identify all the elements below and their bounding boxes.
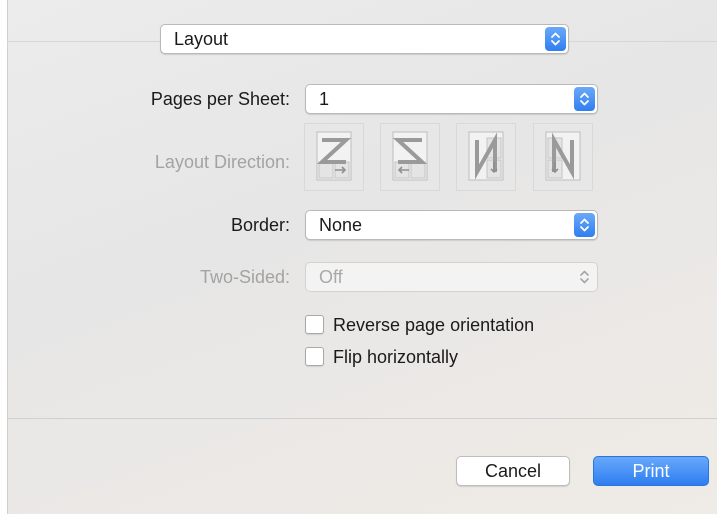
layout-direction-option-3[interactable] bbox=[456, 123, 516, 191]
border-value: None bbox=[319, 215, 363, 235]
n-order-icon bbox=[545, 131, 581, 181]
section-popup-value: Layout bbox=[174, 29, 229, 49]
flip-horizontally-label: Flip horizontally bbox=[333, 347, 459, 367]
chevron-updown-icon bbox=[574, 213, 595, 237]
print-dialog-panel bbox=[7, 0, 717, 514]
flip-horizontally-checkbox[interactable] bbox=[305, 347, 324, 366]
reverse-page-orientation-checkbox[interactable] bbox=[305, 315, 324, 334]
layout-direction-option-2[interactable] bbox=[380, 123, 440, 191]
reverse-z-order-icon bbox=[392, 131, 428, 181]
pages-per-sheet-value: 1 bbox=[319, 89, 330, 109]
chevron-updown-icon bbox=[574, 265, 595, 289]
pages-per-sheet-popup[interactable]: 1 bbox=[305, 84, 598, 114]
border-popup[interactable]: None bbox=[305, 210, 598, 240]
pages-per-sheet-label: Pages per Sheet: bbox=[150, 89, 290, 109]
chevron-updown-icon bbox=[545, 27, 566, 51]
two-sided-label: Two-Sided: bbox=[199, 267, 290, 287]
layout-direction-label: Layout Direction: bbox=[154, 152, 290, 172]
two-sided-value: Off bbox=[319, 267, 343, 287]
layout-direction-option-1[interactable] bbox=[304, 123, 364, 191]
z-order-icon bbox=[316, 131, 352, 181]
reverse-n-order-icon bbox=[468, 131, 504, 181]
chevron-updown-icon bbox=[574, 87, 595, 111]
reverse-page-orientation-label: Reverse page orientation bbox=[333, 315, 535, 335]
two-sided-popup[interactable]: Off bbox=[305, 262, 598, 292]
layout-direction-option-4[interactable] bbox=[533, 123, 593, 191]
section-popup[interactable]: Layout bbox=[160, 24, 569, 54]
bottom-divider bbox=[7, 418, 717, 419]
cancel-button[interactable]: Cancel bbox=[456, 456, 570, 486]
print-button[interactable]: Print bbox=[593, 456, 709, 486]
border-label: Border: bbox=[230, 215, 290, 235]
